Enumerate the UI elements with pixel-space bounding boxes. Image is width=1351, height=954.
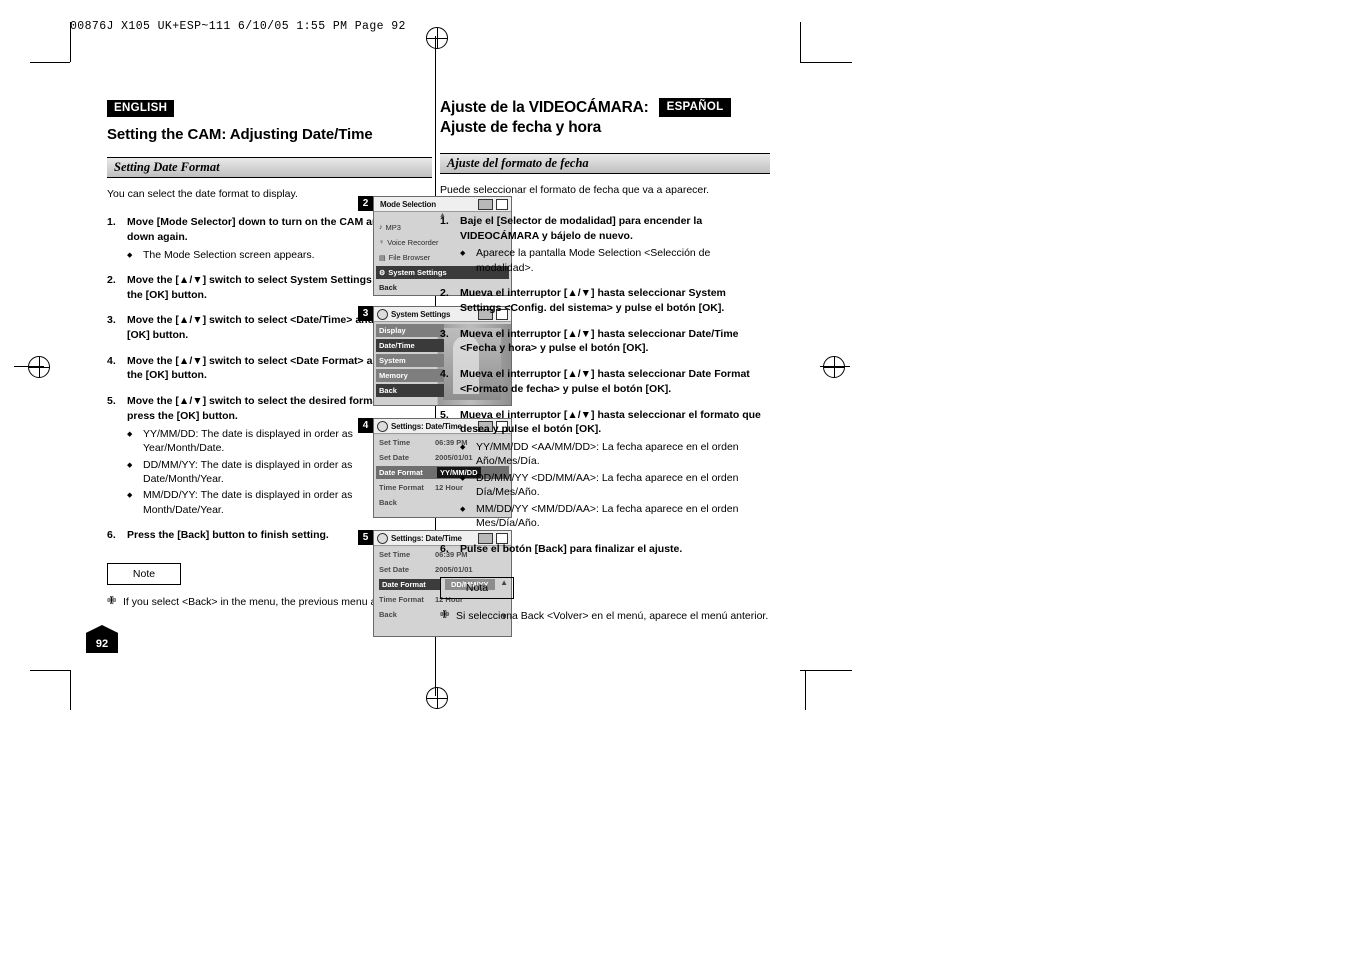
step-text: Pulse el botón [Back] para finalizar el … xyxy=(460,542,683,555)
gear-icon: ⚙ xyxy=(379,269,386,277)
step-text: Mueva el interruptor [▲/▼] hasta selecci… xyxy=(460,327,739,355)
spanish-steps-list: 1. Baje el [Selector de modalidad] para … xyxy=(440,214,770,556)
step-text: Baje el [Selector de modalidad] para enc… xyxy=(460,215,703,242)
setting-label: Set Date xyxy=(379,453,410,462)
english-section-bar: Setting Date Format xyxy=(107,157,432,178)
spanish-section-bar: Ajuste del formato de fecha xyxy=(440,152,770,174)
list-item: 2. Mueva el interruptor [▲/▼] hasta sele… xyxy=(440,286,770,315)
menu-item-memory[interactable]: Memory xyxy=(376,369,444,382)
list-item: DD/MM/YY <DD/MM/AA>: La fecha aparece en… xyxy=(460,471,770,500)
spanish-page-title-line1: Ajuste de la VIDEOCÁMARA: xyxy=(440,99,649,116)
registration-mark-bottom xyxy=(426,687,448,709)
lcd-title: Mode Selection xyxy=(380,199,436,209)
spanish-column: Ajuste de la VIDEOCÁMARA: ESPAÑOL Ajuste… xyxy=(440,98,770,623)
step-text: Mueva el interruptor [▲/▼] hasta selecci… xyxy=(460,287,726,315)
english-section-title: Setting Date Format xyxy=(114,160,220,174)
list-item: MM/DD/YY <MM/DD/AA>: La fecha aparece en… xyxy=(460,502,770,531)
crop-mark-tl-h xyxy=(30,62,70,63)
step-text: Mueva el interruptor [▲/▼] hasta selecci… xyxy=(460,368,750,395)
menu-item-label: Voice Recorder xyxy=(387,238,439,247)
list-item: 3. Mueva el interruptor [▲/▼] hasta sele… xyxy=(440,327,770,356)
print-header: 00876J X105 UK+ESP~111 6/10/05 1:55 PM P… xyxy=(70,20,406,33)
step-number: 4. xyxy=(107,354,116,367)
crop-mark-tr-v xyxy=(800,22,801,62)
setting-label: Set Time xyxy=(379,550,411,559)
crop-mark-bl-h xyxy=(30,670,70,671)
crop-mark-br-h xyxy=(800,670,852,671)
setting-label: Set Time xyxy=(379,438,411,447)
spanish-note-label: Nota xyxy=(465,581,489,594)
menu-item-label: File Browser xyxy=(388,253,431,262)
manual-page: 00876J X105 UK+ESP~111 6/10/05 1:55 PM P… xyxy=(0,0,1351,954)
screen-index-badge: 3 xyxy=(358,306,373,321)
menu-item-label: Display xyxy=(379,326,406,335)
music-note-icon: ♪ xyxy=(379,224,383,231)
gear-icon xyxy=(377,420,388,432)
crop-mark-tr-h xyxy=(800,62,852,63)
menu-item-back[interactable]: Back xyxy=(376,384,444,397)
step-text: Mueva el interruptor [▲/▼] hasta selecci… xyxy=(460,408,761,436)
step-number: 2. xyxy=(440,287,449,300)
menu-item-label: System xyxy=(379,356,406,365)
step-number: 3. xyxy=(107,314,116,327)
page-number-badge: 92 xyxy=(86,625,118,653)
english-note-label: Note xyxy=(132,568,156,581)
step-sublist: Aparece la pantalla Mode Selection <Sele… xyxy=(460,246,770,275)
setting-label: Set Date xyxy=(379,565,410,574)
english-page-title: Setting the CAM: Adjusting Date/Time xyxy=(107,126,373,143)
folder-icon: ▤ xyxy=(379,254,386,262)
microphone-icon: ♀ xyxy=(379,239,385,246)
menu-item-label: Memory xyxy=(379,371,408,380)
step-number: 4. xyxy=(440,368,449,381)
setting-label: Time Format xyxy=(379,595,424,604)
spanish-note-text: Si selecciona Back <Volver> en el menú, … xyxy=(440,607,770,623)
menu-item-display[interactable]: Display xyxy=(376,324,444,337)
step-number: 6. xyxy=(107,529,116,542)
step-text: Press the [Back] button to finish settin… xyxy=(127,529,329,542)
menu-item-label: Back xyxy=(379,386,397,395)
step-number: 1. xyxy=(107,216,116,229)
spanish-header-row: Ajuste de la VIDEOCÁMARA: ESPAÑOL xyxy=(440,98,770,118)
crop-mark-bl-v xyxy=(70,670,71,710)
screen-index-badge: 2 xyxy=(358,196,373,211)
list-item: 1. Baje el [Selector de modalidad] para … xyxy=(440,214,770,275)
menu-item-label: Back xyxy=(379,283,397,292)
registration-mark-left xyxy=(28,356,50,378)
setting-label: Date Format xyxy=(379,468,423,477)
list-item: Aparece la pantalla Mode Selection <Sele… xyxy=(460,246,770,275)
screen-index-badge: 4 xyxy=(358,418,373,433)
setting-label: Back xyxy=(379,610,397,619)
step-number: 2. xyxy=(107,274,116,287)
spanish-language-badge: ESPAÑOL xyxy=(658,98,732,117)
crop-mark-br-v xyxy=(805,670,806,710)
step-number: 5. xyxy=(440,408,449,421)
list-item: 6. Pulse el botón [Back] para finalizar … xyxy=(440,542,770,557)
screen-index-badge: 5 xyxy=(358,530,373,545)
menu-item-date-time[interactable]: Date/Time xyxy=(376,339,444,352)
list-item: 5. Mueva el interruptor [▲/▼] hasta sele… xyxy=(440,408,770,531)
spanish-page-title-line2: Ajuste de fecha y hora xyxy=(440,119,601,137)
english-language-badge: ENGLISH xyxy=(107,100,175,117)
setting-label: Date Format xyxy=(379,579,441,590)
list-item: 4. Mueva el interruptor [▲/▼] hasta sele… xyxy=(440,367,770,396)
list-item: YY/MM/DD <AA/MM/DD>: La fecha aparece en… xyxy=(460,440,770,469)
menu-item-system[interactable]: System xyxy=(376,354,444,367)
step-number: 5. xyxy=(107,395,116,408)
step-number: 1. xyxy=(440,215,449,228)
english-note-label-box: Note xyxy=(107,563,181,586)
registration-mark-right xyxy=(823,356,845,378)
step-sublist: YY/MM/DD <AA/MM/DD>: La fecha aparece en… xyxy=(460,440,770,531)
menu-item-label: Date/Time xyxy=(379,341,415,350)
setting-label: Time Format xyxy=(379,483,424,492)
gear-icon xyxy=(377,532,388,544)
gear-icon xyxy=(377,308,388,320)
step-number: 6. xyxy=(440,542,449,555)
step-number: 3. xyxy=(440,327,449,340)
spanish-section-title: Ajuste del formato de fecha xyxy=(447,155,589,170)
menu-item-label: System Settings xyxy=(388,268,447,277)
spanish-intro-text: Puede seleccionar el formato de fecha qu… xyxy=(440,183,710,196)
spanish-note-label-box: Nota xyxy=(440,576,514,599)
menu-item-label: MP3 xyxy=(385,223,401,232)
setting-label: Back xyxy=(379,498,397,507)
